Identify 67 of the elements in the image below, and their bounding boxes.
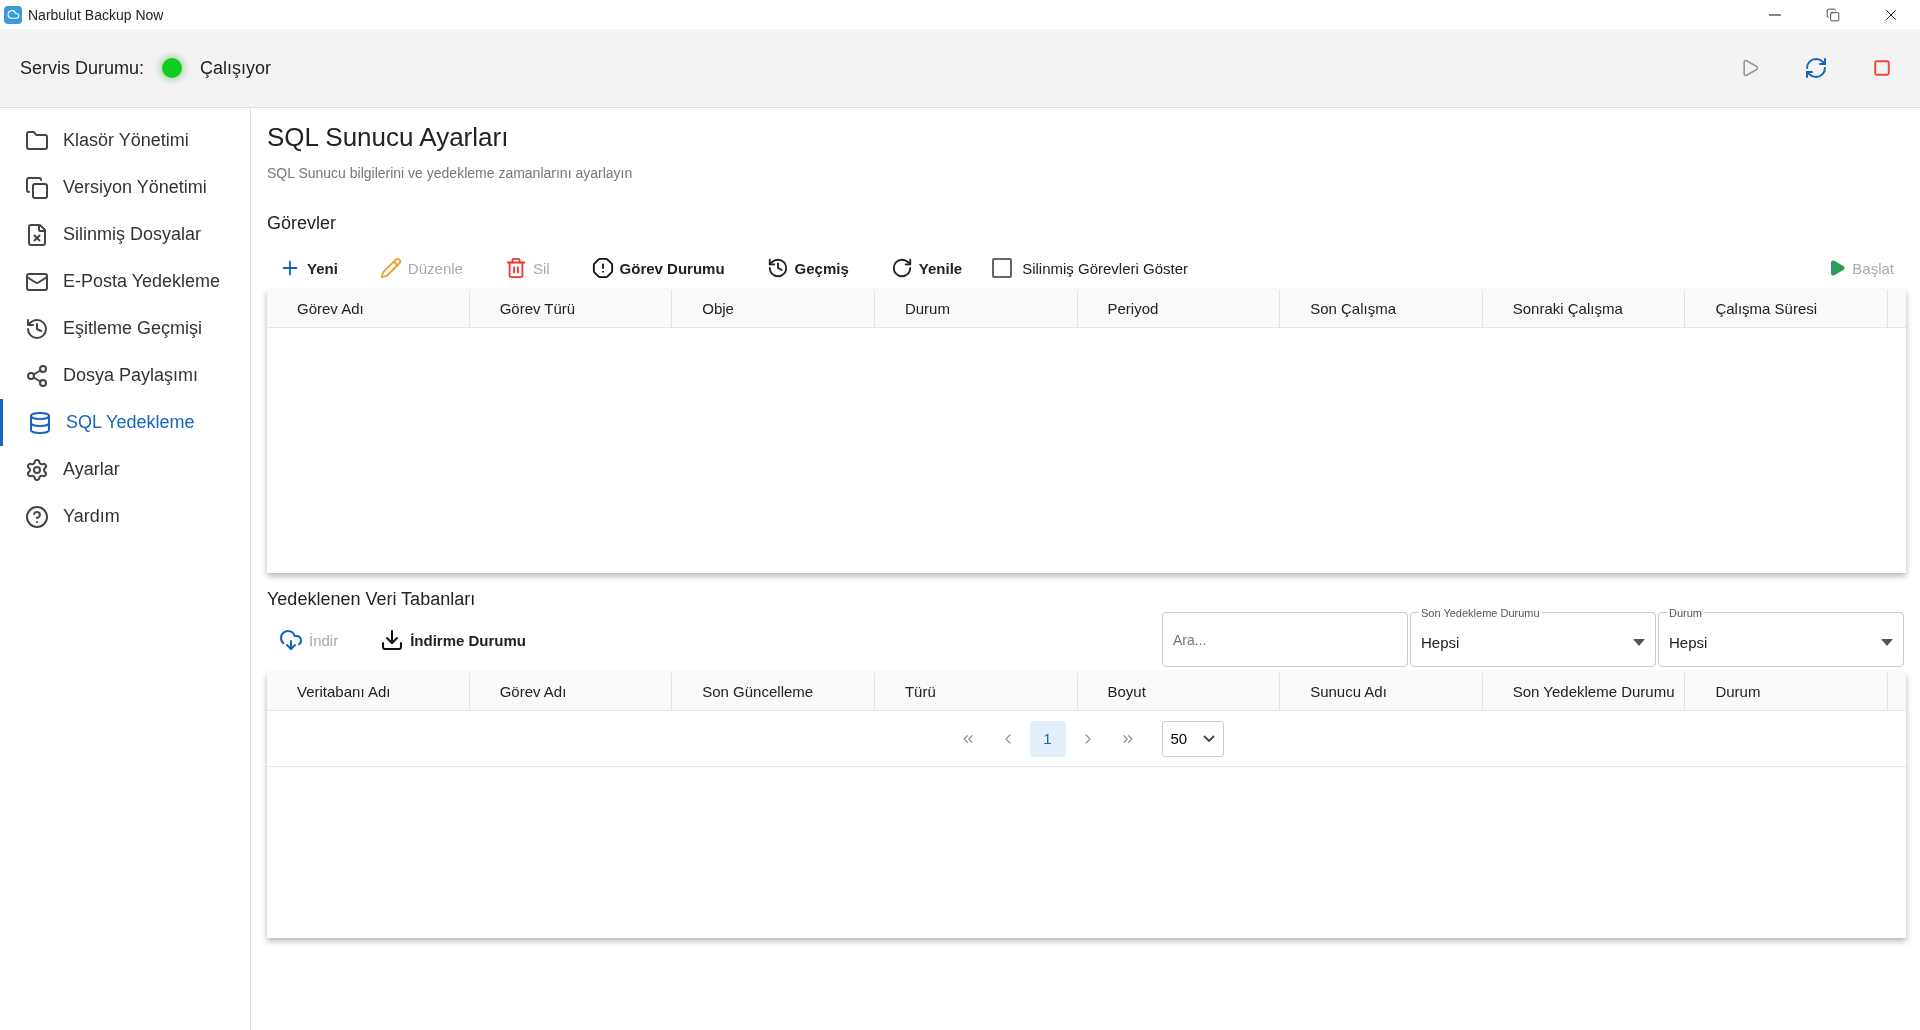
sidebar-item[interactable]: Dosya Paylaşımı xyxy=(0,352,250,399)
refresh-icon xyxy=(890,257,913,279)
service-label: Servis Durumu: xyxy=(20,57,145,79)
column-header: Veritabanı Adı xyxy=(267,673,470,710)
column-header: Boyut xyxy=(1077,673,1281,710)
sidebar-item[interactable]: SQL Yedekleme xyxy=(0,399,250,446)
column-header: Türü xyxy=(874,673,1078,710)
sidebar-item[interactable]: Klasör Yönetimi xyxy=(0,117,250,164)
column-header: Görev Adı xyxy=(469,673,673,710)
section-title: Yedeklenen Veri Tabanları xyxy=(267,589,477,610)
download-icon xyxy=(380,628,405,652)
toolbar-button[interactable]: Yeni xyxy=(267,251,350,285)
minimize-icon xyxy=(1769,13,1781,16)
copy-icon xyxy=(25,175,49,200)
column-header: Görev Türü xyxy=(469,290,673,327)
sidebar-item[interactable]: Yardım xyxy=(0,493,250,540)
toolbar-button[interactable]: Yenile xyxy=(878,251,975,285)
toolbar-button[interactable]: Görev Durumu xyxy=(579,251,737,285)
dropdown-arrow-icon xyxy=(1633,639,1645,646)
cloud-download-icon xyxy=(279,628,303,652)
database-icon xyxy=(28,410,52,435)
toolbar-button[interactable]: Geçmiş xyxy=(754,251,861,285)
column-header: Görev Adı xyxy=(267,290,470,327)
sidebar-item[interactable]: Ayarlar xyxy=(0,446,250,493)
help-icon xyxy=(25,504,49,529)
column-header: Son Çalışma xyxy=(1280,290,1483,327)
search-field[interactable]: Ara... xyxy=(1162,612,1408,667)
stop-icon xyxy=(1873,59,1891,77)
dropdown-arrow-icon xyxy=(1881,639,1893,646)
settings-icon xyxy=(25,457,49,482)
pencil-icon xyxy=(379,257,402,279)
column-header: Son Yedekleme Durumu xyxy=(1482,673,1686,710)
page-title: SQL Sunucu Ayarları xyxy=(267,122,510,153)
sidebar-item[interactable]: Silinmiş Dosyalar xyxy=(0,211,250,258)
play-icon xyxy=(1740,58,1760,78)
history-icon xyxy=(25,316,49,341)
app-logo-icon xyxy=(4,5,22,24)
deleted-file-icon xyxy=(25,222,49,247)
column-header: Durum xyxy=(874,290,1078,327)
alert-icon xyxy=(591,257,614,279)
play-icon xyxy=(1828,259,1847,277)
share-icon xyxy=(25,363,49,388)
column-header: Durum xyxy=(1685,673,1888,710)
refresh-icon xyxy=(1804,56,1828,80)
column-header: Obje xyxy=(672,290,875,327)
service-status: Çalışıyor xyxy=(200,57,272,79)
checkbox-label: Silinmiş Görevleri Göster xyxy=(1022,259,1189,277)
restore-icon xyxy=(1826,7,1840,22)
sidebar-item[interactable]: E-Posta Yedekleme xyxy=(0,258,250,305)
chevron-down-icon xyxy=(1202,734,1215,743)
sidebar-item[interactable]: Eşitleme Geçmişi xyxy=(0,305,250,352)
column-header: Çalışma Süresi xyxy=(1685,290,1888,327)
window-title: Narbulut Backup Now xyxy=(28,6,165,23)
column-header: Son Güncelleme xyxy=(672,673,875,710)
page-subtitle: SQL Sunucu bilgilerini ve yedekleme zamanlarını ayarlayın xyxy=(267,165,634,181)
column-header: Sonraki Çalışma xyxy=(1482,290,1686,327)
column-header: Sunucu Adı xyxy=(1280,673,1483,710)
checkbox[interactable] xyxy=(992,258,1013,278)
toolbar-button[interactable]: İndirme Durumu xyxy=(368,622,539,658)
history-icon xyxy=(766,257,789,279)
sidebar-item[interactable]: Versiyon Yönetimi xyxy=(0,164,250,211)
trash-icon xyxy=(504,257,527,279)
page-size-dropdown[interactable]: 50 xyxy=(1161,720,1224,757)
column-header: Periyod xyxy=(1077,290,1281,327)
section-title: Görevler xyxy=(267,213,338,234)
page-button[interactable]: 1 xyxy=(1029,720,1066,757)
folder-icon xyxy=(25,128,49,153)
